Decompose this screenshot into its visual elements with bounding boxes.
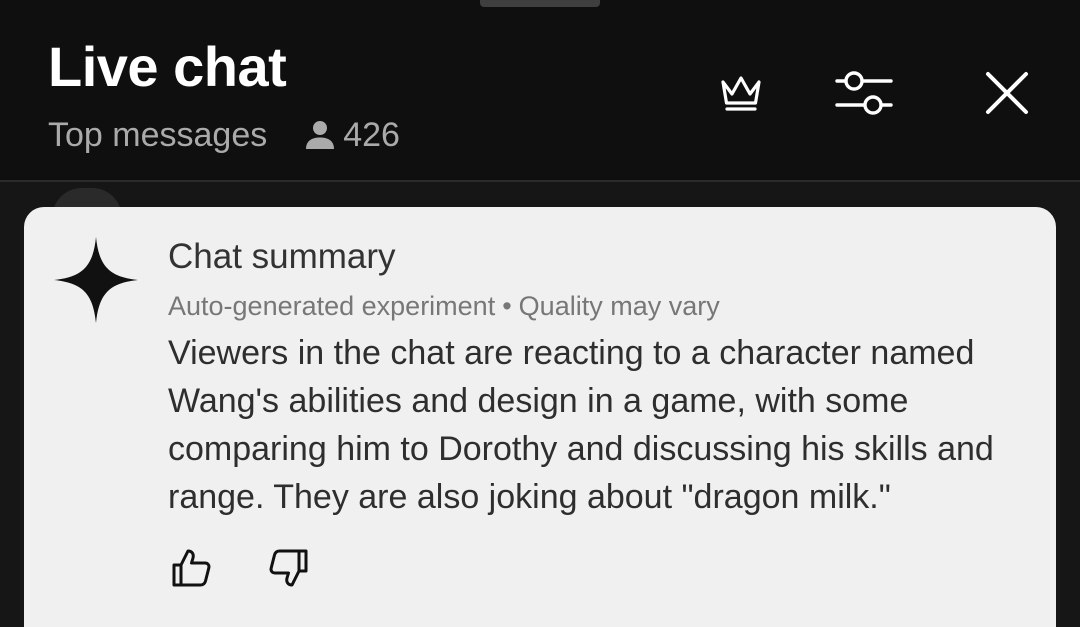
summary-title: Chat summary (168, 237, 396, 276)
meta-separator: • (502, 291, 512, 321)
thumbs-up-icon (172, 549, 211, 587)
viewer-count: 426 (343, 115, 400, 154)
chat-mode-label[interactable]: Top messages (48, 116, 267, 155)
crown-button[interactable] (710, 62, 772, 124)
summary-meta: Auto-generated experiment • Quality may va… (168, 289, 720, 323)
close-button[interactable] (976, 62, 1038, 124)
chat-summary-card: Chat summary Auto-generated experiment • Q… (24, 207, 1056, 627)
close-icon (986, 72, 1028, 114)
thumbs-down-button[interactable] (264, 543, 314, 593)
thumbs-down-icon (269, 549, 308, 587)
chat-mode-row[interactable]: Top messages 426 (48, 112, 400, 158)
thumbs-up-button[interactable] (166, 543, 216, 593)
crown-icon (721, 76, 761, 111)
filter-button[interactable] (833, 62, 895, 124)
person-icon (303, 118, 337, 152)
filter-sliders-icon (835, 71, 893, 115)
summary-quality-note: Quality may vary (518, 291, 720, 321)
drag-handle[interactable] (480, 0, 600, 7)
sparkle-icon (54, 237, 138, 323)
summary-source: Auto-generated experiment (168, 291, 496, 321)
chat-header: Live chat Top messages 426 (0, 0, 1080, 182)
live-chat-panel: Live chat Top messages 426 Chat summary … (0, 0, 1080, 627)
page-title: Live chat (48, 35, 287, 98)
summary-body: Viewers in the chat are reacting to a ch… (168, 334, 994, 516)
